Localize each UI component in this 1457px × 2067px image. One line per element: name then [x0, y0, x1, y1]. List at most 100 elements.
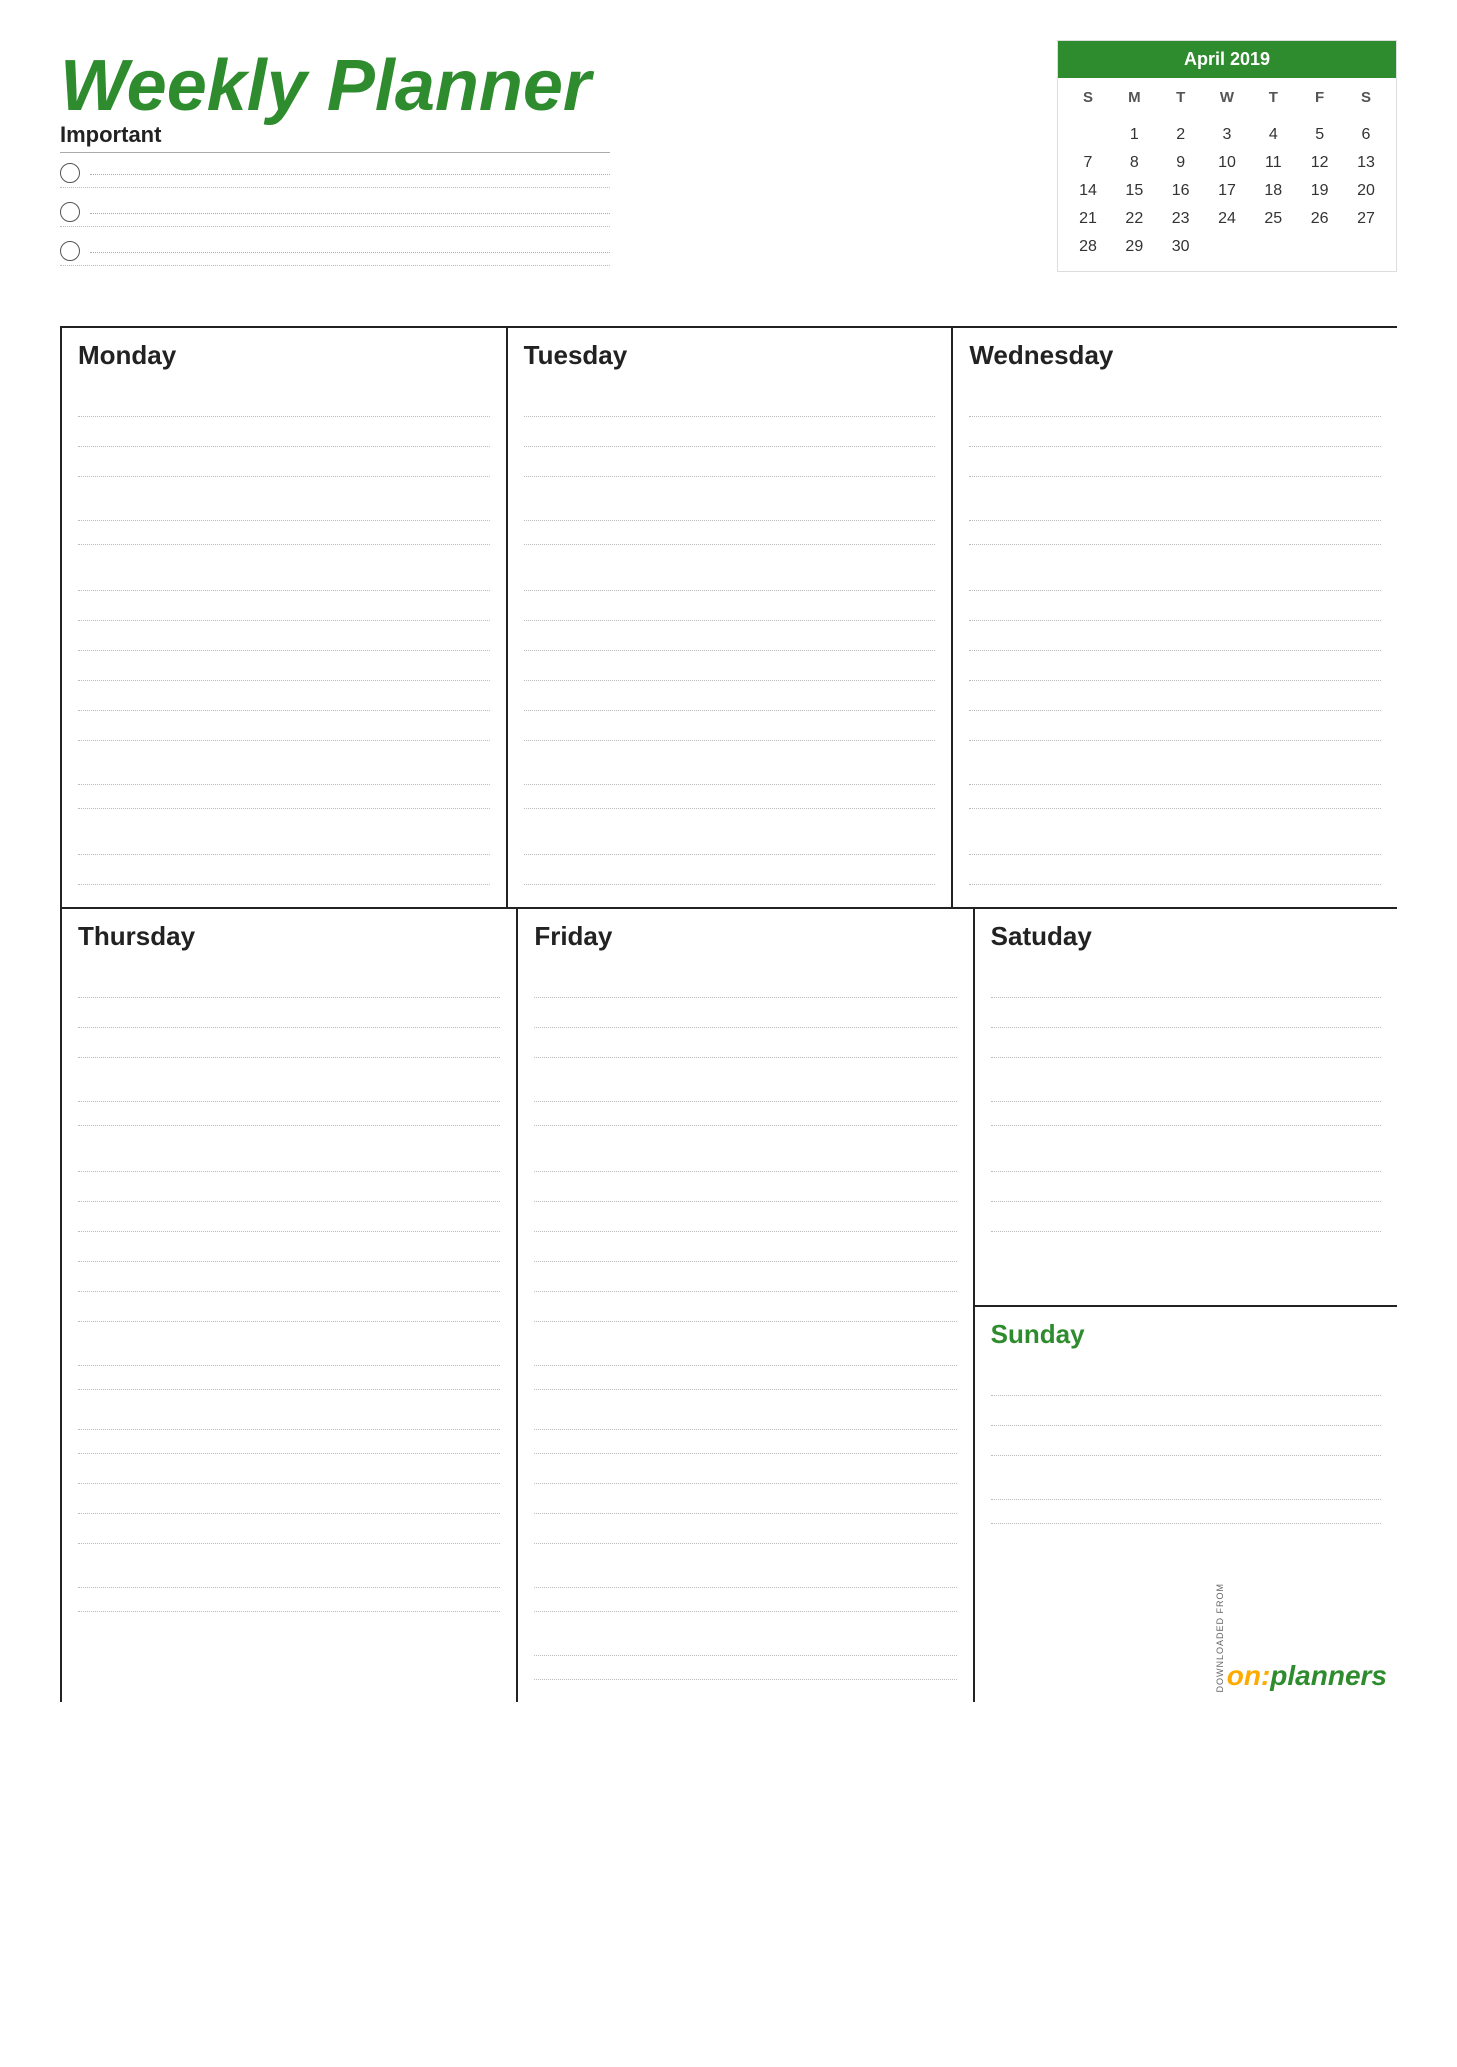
fri-line-4[interactable] — [534, 1080, 956, 1102]
fri-line-6[interactable] — [534, 1144, 956, 1172]
mon-line-1[interactable] — [78, 389, 490, 417]
wed-line-9[interactable] — [969, 653, 1381, 681]
thu-line-3[interactable] — [78, 1030, 500, 1058]
sat-line-5[interactable] — [991, 1104, 1381, 1126]
sat-line-6[interactable] — [991, 1144, 1381, 1172]
fri-line-15[interactable] — [534, 1432, 956, 1454]
fri-line-16[interactable] — [534, 1456, 956, 1484]
wed-line-6[interactable] — [969, 563, 1381, 591]
fri-line-22[interactable] — [534, 1658, 956, 1680]
fri-line-17[interactable] — [534, 1486, 956, 1514]
tue-line-3[interactable] — [524, 449, 936, 477]
fri-line-3[interactable] — [534, 1030, 956, 1058]
wed-line-14[interactable] — [969, 827, 1381, 855]
fri-line-2[interactable] — [534, 1000, 956, 1028]
wed-line-13[interactable] — [969, 787, 1381, 809]
sun-line-2[interactable] — [991, 1398, 1381, 1426]
thu-line-16[interactable] — [78, 1456, 500, 1484]
fri-line-8[interactable] — [534, 1204, 956, 1232]
fri-line-14[interactable] — [534, 1408, 956, 1430]
mon-line-10[interactable] — [78, 683, 490, 711]
mon-line-2[interactable] — [78, 419, 490, 447]
tue-line-14[interactable] — [524, 827, 936, 855]
thu-line-6[interactable] — [78, 1144, 500, 1172]
fri-line-7[interactable] — [534, 1174, 956, 1202]
tue-line-5[interactable] — [524, 523, 936, 545]
fri-line-18[interactable] — [534, 1516, 956, 1544]
tue-line-7[interactable] — [524, 593, 936, 621]
sun-line-4[interactable] — [991, 1478, 1381, 1500]
fri-line-20[interactable] — [534, 1590, 956, 1612]
tue-line-9[interactable] — [524, 653, 936, 681]
thu-line-8[interactable] — [78, 1204, 500, 1232]
thu-line-17[interactable] — [78, 1486, 500, 1514]
wed-line-2[interactable] — [969, 419, 1381, 447]
fri-line-13[interactable] — [534, 1368, 956, 1390]
thu-line-20[interactable] — [78, 1590, 500, 1612]
tue-line-15[interactable] — [524, 857, 936, 885]
thu-line-15[interactable] — [78, 1432, 500, 1454]
thu-line-13[interactable] — [78, 1368, 500, 1390]
fri-line-9[interactable] — [534, 1234, 956, 1262]
mon-line-12[interactable] — [78, 763, 490, 785]
fri-line-21[interactable] — [534, 1634, 956, 1656]
mon-line-6[interactable] — [78, 563, 490, 591]
sat-line-2[interactable] — [991, 1000, 1381, 1028]
thu-line-1[interactable] — [78, 970, 500, 998]
wed-line-15[interactable] — [969, 857, 1381, 885]
sun-line-5[interactable] — [991, 1502, 1381, 1524]
mon-line-7[interactable] — [78, 593, 490, 621]
thu-line-14[interactable] — [78, 1408, 500, 1430]
wed-line-5[interactable] — [969, 523, 1381, 545]
wed-line-12[interactable] — [969, 763, 1381, 785]
thu-line-9[interactable] — [78, 1234, 500, 1262]
sat-line-7[interactable] — [991, 1174, 1381, 1202]
sat-line-3[interactable] — [991, 1030, 1381, 1058]
thu-line-7[interactable] — [78, 1174, 500, 1202]
fri-line-5[interactable] — [534, 1104, 956, 1126]
mon-line-11[interactable] — [78, 713, 490, 741]
wed-line-10[interactable] — [969, 683, 1381, 711]
thu-line-5[interactable] — [78, 1104, 500, 1126]
mon-line-9[interactable] — [78, 653, 490, 681]
wed-line-8[interactable] — [969, 623, 1381, 651]
tue-line-6[interactable] — [524, 563, 936, 591]
thu-line-10[interactable] — [78, 1264, 500, 1292]
fri-line-1[interactable] — [534, 970, 956, 998]
tue-line-2[interactable] — [524, 419, 936, 447]
mon-line-14[interactable] — [78, 827, 490, 855]
fri-line-11[interactable] — [534, 1294, 956, 1322]
fri-line-19[interactable] — [534, 1566, 956, 1588]
wed-line-11[interactable] — [969, 713, 1381, 741]
thu-line-11[interactable] — [78, 1294, 500, 1322]
tue-line-1[interactable] — [524, 389, 936, 417]
tue-line-10[interactable] — [524, 683, 936, 711]
thu-line-12[interactable] — [78, 1344, 500, 1366]
wed-line-1[interactable] — [969, 389, 1381, 417]
tue-line-13[interactable] — [524, 787, 936, 809]
thu-line-19[interactable] — [78, 1566, 500, 1588]
thu-line-2[interactable] — [78, 1000, 500, 1028]
mon-line-15[interactable] — [78, 857, 490, 885]
sat-line-8[interactable] — [991, 1204, 1381, 1232]
tue-line-12[interactable] — [524, 763, 936, 785]
mon-line-3[interactable] — [78, 449, 490, 477]
sun-line-3[interactable] — [991, 1428, 1381, 1456]
mon-line-4[interactable] — [78, 499, 490, 521]
tue-line-11[interactable] — [524, 713, 936, 741]
wed-line-7[interactable] — [969, 593, 1381, 621]
sat-line-4[interactable] — [991, 1080, 1381, 1102]
thu-line-18[interactable] — [78, 1516, 500, 1544]
thu-line-4[interactable] — [78, 1080, 500, 1102]
fri-line-10[interactable] — [534, 1264, 956, 1292]
mon-line-5[interactable] — [78, 523, 490, 545]
tue-line-8[interactable] — [524, 623, 936, 651]
sat-line-1[interactable] — [991, 970, 1381, 998]
mon-line-8[interactable] — [78, 623, 490, 651]
mon-line-13[interactable] — [78, 787, 490, 809]
wed-line-3[interactable] — [969, 449, 1381, 477]
fri-line-12[interactable] — [534, 1344, 956, 1366]
wed-line-4[interactable] — [969, 499, 1381, 521]
tue-line-4[interactable] — [524, 499, 936, 521]
sun-line-1[interactable] — [991, 1368, 1381, 1396]
